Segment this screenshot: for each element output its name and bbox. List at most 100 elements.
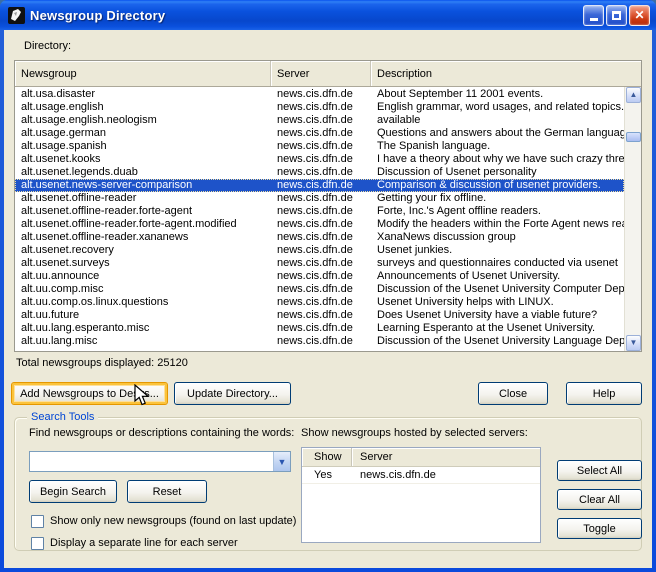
add-newsgroups-button[interactable]: Add Newsgroups to Desks... [11,382,168,405]
maximize-icon [612,11,621,20]
server-cell: news.cis.dfn.de [271,296,371,309]
server-table-header: Show Server [302,448,540,467]
help-button[interactable]: Help [566,382,642,405]
table-row[interactable]: alt.usenet.news-server-comparisonnews.ci… [15,179,624,192]
description-cell: Modify the headers within the Forte Agen… [371,218,624,231]
vertical-scrollbar[interactable]: ▲ ▼ [624,87,641,351]
toggle-button[interactable]: Toggle [557,518,642,539]
search-tools-title: Search Tools [27,411,98,423]
description-cell: Announcements of Usenet University. [371,270,624,283]
title-bar[interactable]: Newsgroup Directory ✕ [0,0,656,30]
column-header-description[interactable]: Description [371,61,641,86]
table-row[interactable]: alt.usenet.offline-readernews.cis.dfn.de… [15,192,624,205]
table-row[interactable]: alt.usenet.offline-reader.forte-agentnew… [15,205,624,218]
show-only-new-label[interactable]: Show only new newsgroups (found on last … [50,515,296,527]
table-row[interactable]: alt.usage.spanishnews.cis.dfn.deThe Span… [15,140,624,153]
description-cell: Discussion of the Usenet University Lang… [371,335,624,348]
search-combobox[interactable]: ▼ [29,451,291,472]
newsgroup-cell: alt.usenet.offline-reader.forte-agent.mo… [15,218,271,231]
table-row[interactable]: alt.usenet.offline-reader.forte-agent.mo… [15,218,624,231]
newsgroup-cell: alt.usage.spanish [15,140,271,153]
server-cell: news.cis.dfn.de [271,283,371,296]
newsgroup-cell: alt.usenet.offline-reader.xananews [15,231,271,244]
description-cell: I have a theory about why we have such c… [371,153,624,166]
table-rows: alt.usa.disasternews.cis.dfn.deAbout Sep… [15,88,624,348]
table-row[interactable]: alt.uu.lang.miscnews.cis.dfn.deDiscussio… [15,335,624,348]
server-cell: news.cis.dfn.de [271,335,371,348]
newsgroup-cell: alt.usage.english.neologism [15,114,271,127]
server-column-show[interactable]: Show [302,448,352,466]
separate-line-checkbox[interactable] [31,537,44,550]
table-row[interactable]: alt.uu.comp.os.linux.questionsnews.cis.d… [15,296,624,309]
close-button[interactable]: Close [478,382,548,405]
newsgroup-cell: alt.uu.lang.misc [15,335,271,348]
show-only-new-checkbox[interactable] [31,515,44,528]
newsgroup-cell: alt.usenet.offline-reader.forte-agent [15,205,271,218]
newsgroup-cell: alt.usenet.news-server-comparison [15,179,271,192]
maximize-button[interactable] [606,5,627,26]
clear-all-button[interactable]: Clear All [557,489,642,510]
server-cell: news.cis.dfn.de [271,192,371,205]
table-row[interactable]: alt.usenet.offline-reader.xananewsnews.c… [15,231,624,244]
table-row[interactable]: alt.usage.germannews.cis.dfn.deQuestions… [15,127,624,140]
minimize-icon [590,18,598,21]
find-words-label: Find newsgroups or descriptions containi… [29,427,294,439]
newsgroup-cell: alt.usage.german [15,127,271,140]
description-cell: Comparison & discussion of usenet provid… [371,179,624,192]
description-cell: available [371,114,624,127]
table-row[interactable]: alt.uu.comp.miscnews.cis.dfn.deDiscussio… [15,283,624,296]
server-column-server[interactable]: Server [352,448,540,466]
table-row[interactable]: alt.usenet.surveysnews.cis.dfn.desurveys… [15,257,624,270]
update-directory-button[interactable]: Update Directory... [174,382,291,405]
dialog-client-area: Directory: Newsgroup Server Description … [4,30,652,568]
separate-line-checkbox-row[interactable]: Display a separate line for each server [31,536,238,550]
table-row[interactable]: alt.usa.disasternews.cis.dfn.deAbout Sep… [15,88,624,101]
server-name-cell: news.cis.dfn.de [352,467,540,483]
show-only-new-checkbox-row[interactable]: Show only new newsgroups (found on last … [31,514,296,528]
newsgroup-cell: alt.usa.disaster [15,88,271,101]
server-row[interactable]: Yesnews.cis.dfn.de [302,467,540,484]
description-cell: Usenet University helps with LINUX. [371,296,624,309]
newsgroup-cell: alt.usage.english [15,101,271,114]
description-cell: Getting your fix offline. [371,192,624,205]
close-window-button[interactable]: ✕ [629,5,650,26]
table-row[interactable]: alt.uu.announcenews.cis.dfn.deAnnounceme… [15,270,624,283]
scrollbar-thumb[interactable] [626,132,641,142]
newsgroup-cell: alt.uu.lang.esperanto.misc [15,322,271,335]
newsgroup-cell: alt.usenet.kooks [15,153,271,166]
window-title: Newsgroup Directory [30,8,583,23]
minimize-button[interactable] [583,5,604,26]
table-header: Newsgroup Server Description [15,61,641,87]
server-table-rows: Yesnews.cis.dfn.de [302,467,540,484]
table-row[interactable]: alt.usenet.recoverynews.cis.dfn.deUsenet… [15,244,624,257]
begin-search-button[interactable]: Begin Search [29,480,117,503]
scroll-up-button[interactable]: ▲ [626,87,641,103]
newsgroup-directory-window: Newsgroup Directory ✕ Directory: Newsgro… [0,0,656,572]
description-cell: surveys and questionnaires conducted via… [371,257,624,270]
server-cell: news.cis.dfn.de [271,309,371,322]
combobox-dropdown-button[interactable]: ▼ [273,452,290,471]
column-header-newsgroup[interactable]: Newsgroup [15,61,271,86]
scroll-down-button[interactable]: ▼ [626,335,641,351]
table-row[interactable]: alt.uu.futurenews.cis.dfn.deDoes Usenet … [15,309,624,322]
description-cell: Discussion of the Usenet University Comp… [371,283,624,296]
select-all-button[interactable]: Select All [557,460,642,481]
newsgroup-cell: alt.usenet.legends.duab [15,166,271,179]
server-cell: news.cis.dfn.de [271,257,371,270]
table-row[interactable]: alt.uu.lang.esperanto.miscnews.cis.dfn.d… [15,322,624,335]
server-cell: news.cis.dfn.de [271,127,371,140]
separate-line-label[interactable]: Display a separate line for each server [50,537,238,549]
app-icon [8,7,25,24]
server-cell: news.cis.dfn.de [271,101,371,114]
table-row[interactable]: alt.usenet.legends.duabnews.cis.dfn.deDi… [15,166,624,179]
reset-button[interactable]: Reset [127,480,207,503]
table-row[interactable]: alt.usenet.kooksnews.cis.dfn.deI have a … [15,153,624,166]
server-show-cell: Yes [302,467,352,483]
newsgroup-cell: alt.usenet.offline-reader [15,192,271,205]
search-combobox-value[interactable] [30,452,273,471]
column-header-server[interactable]: Server [271,61,371,86]
table-row[interactable]: alt.usage.english.neologismnews.cis.dfn.… [15,114,624,127]
table-row[interactable]: alt.usage.englishnews.cis.dfn.deEnglish … [15,101,624,114]
server-cell: news.cis.dfn.de [271,166,371,179]
scroll-down-icon: ▼ [630,339,638,347]
